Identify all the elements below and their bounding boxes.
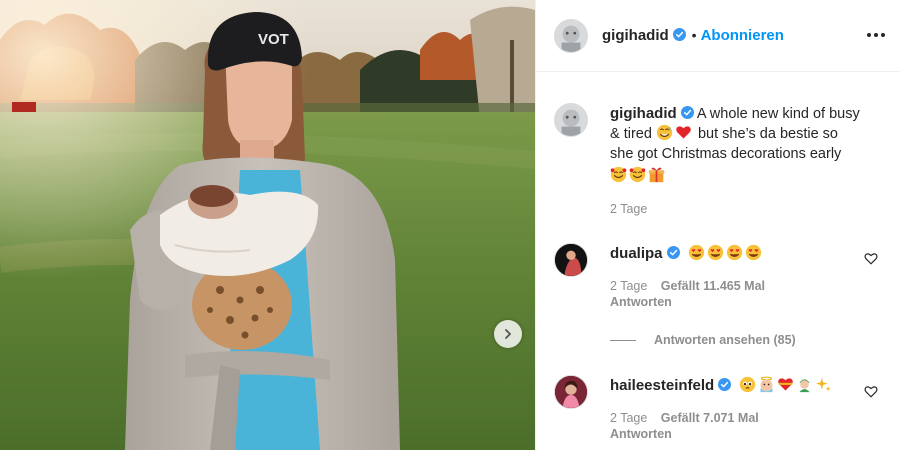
instagram-post-view: VOT gigihadid • Abonnieren gigihadid A w… bbox=[0, 0, 900, 450]
sparkles-emoji-icon bbox=[816, 377, 831, 392]
pleading-face-emoji-icon bbox=[740, 376, 756, 393]
like-comment-heart-icon[interactable] bbox=[864, 385, 878, 398]
smiling-face-with-hearts-emoji-icon bbox=[629, 166, 646, 183]
post-photo[interactable]: VOT bbox=[0, 0, 535, 450]
comment-avatar-image bbox=[555, 376, 587, 408]
follow-button[interactable]: Abonnieren bbox=[701, 27, 784, 44]
comment-avatar-haileesteinfeld[interactable] bbox=[554, 375, 588, 409]
heart-with-ribbon-emoji-icon bbox=[778, 378, 794, 391]
like-comment-heart-icon[interactable] bbox=[864, 252, 878, 265]
comment-avatar-image bbox=[555, 244, 587, 276]
heart-eyes-emoji-icon bbox=[707, 244, 723, 261]
verified-badge-icon bbox=[672, 28, 686, 41]
comment-timestamp[interactable]: 2 Tage bbox=[610, 279, 647, 293]
view-replies-row: Antworten ansehen (85) bbox=[610, 333, 796, 347]
header-separator: • bbox=[691, 27, 697, 43]
replies-divider bbox=[610, 339, 636, 341]
caption-avatar[interactable] bbox=[554, 103, 588, 137]
comment-likes[interactable]: Gefällt 7.071 Mal bbox=[661, 411, 759, 425]
comment-timestamp[interactable]: 2 Tage bbox=[610, 411, 647, 425]
comment-username[interactable]: dualipa bbox=[610, 245, 663, 262]
smiling-face-with-sweat-emoji-icon bbox=[656, 124, 673, 141]
avatar[interactable] bbox=[554, 19, 588, 53]
heart-eyes-emoji-icon bbox=[688, 244, 704, 261]
view-replies-button[interactable]: Antworten ansehen (85) bbox=[654, 333, 796, 347]
more-options-icon[interactable] bbox=[865, 27, 887, 43]
heart-eyes-emoji-icon bbox=[726, 244, 742, 261]
baby-angel-emoji-icon bbox=[760, 376, 773, 393]
heart-eyes-emoji-icon bbox=[745, 244, 761, 261]
avatar-image bbox=[555, 20, 587, 52]
post-side-panel: gigihadid • Abonnieren gigihadid A whole n… bbox=[535, 0, 900, 450]
reply-button[interactable]: Antworten bbox=[610, 427, 870, 441]
comment-dualipa: dualipa 2 Tage Gefällt 11.465 Mal Antwor… bbox=[610, 244, 870, 309]
caption-text-line2-a: & tired bbox=[610, 126, 652, 142]
comment-username[interactable]: haileesteinfeld bbox=[610, 377, 714, 394]
comment-haileesteinfeld: haileesteinfeld 2 Tage Gefällt 7.071 Mal… bbox=[610, 376, 870, 441]
reply-button[interactable]: Antworten bbox=[610, 295, 870, 309]
mother-christmas-emoji-icon bbox=[799, 378, 812, 393]
wrapped-gift-emoji-icon bbox=[648, 167, 665, 183]
next-photo-button[interactable] bbox=[494, 320, 522, 348]
caption-avatar-image bbox=[555, 104, 587, 136]
caption-verified-badge-icon bbox=[680, 106, 694, 119]
header-user-row: gigihadid • Abonnieren bbox=[602, 27, 784, 44]
header-username[interactable]: gigihadid bbox=[602, 27, 669, 44]
post-header: gigihadid • Abonnieren bbox=[536, 0, 900, 72]
red-heart-emoji-icon bbox=[676, 126, 691, 139]
caption-emoji-row bbox=[610, 166, 885, 186]
post-photo-illustration: VOT bbox=[0, 0, 535, 450]
beanie-text: VOT bbox=[258, 31, 289, 48]
chevron-right-icon bbox=[505, 329, 511, 339]
caption-text-line2-b: but she’s da bestie so bbox=[697, 126, 838, 142]
caption-text-line1: A whole new kind of busy bbox=[696, 106, 860, 122]
comment-verified-badge-icon bbox=[666, 246, 680, 259]
comment-avatar-dualipa[interactable] bbox=[554, 243, 588, 277]
comment-verified-badge-icon bbox=[718, 378, 732, 391]
caption: gigihadid A whole new kind of busy & tir… bbox=[610, 104, 885, 216]
caption-text-line3: she got Christmas decorations early bbox=[610, 146, 842, 162]
smiling-face-with-hearts-emoji-icon bbox=[610, 166, 627, 183]
comment-likes[interactable]: Gefällt 11.465 Mal bbox=[661, 279, 765, 293]
caption-username[interactable]: gigihadid bbox=[610, 105, 677, 122]
caption-timestamp[interactable]: 2 Tage bbox=[610, 202, 885, 216]
